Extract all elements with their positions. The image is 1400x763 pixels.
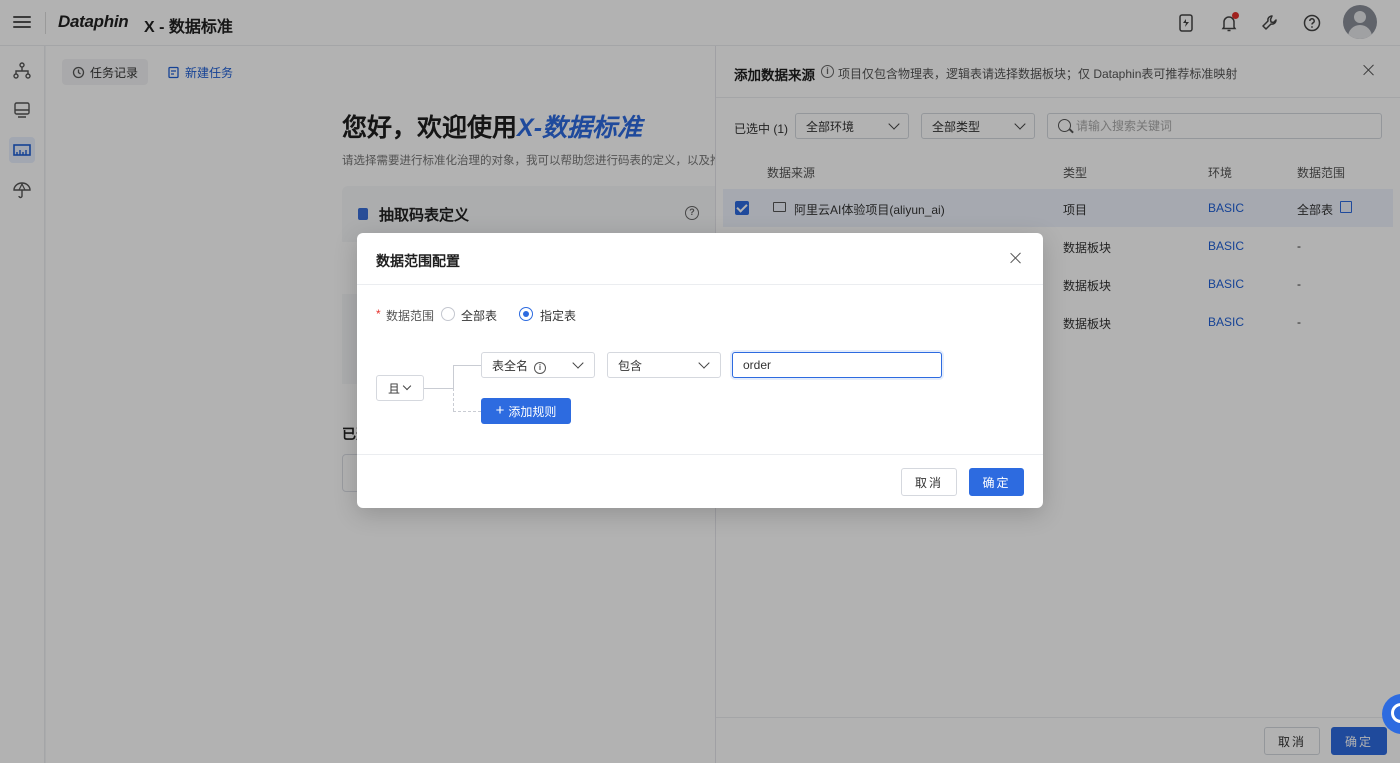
required-mark: *	[376, 307, 381, 321]
chevron-down-icon	[698, 357, 710, 369]
rule-field-text: 表全名	[492, 358, 529, 373]
radio-all-label[interactable]: 全部表	[461, 307, 497, 324]
rule-value-input[interactable]	[732, 352, 942, 378]
modal-title: 数据范围配置	[376, 253, 460, 269]
modal-footer: 取消 确定	[357, 454, 1043, 508]
rule-field-value: 表全名 i	[492, 357, 547, 374]
info-icon: i	[534, 361, 547, 374]
modal-cancel-button[interactable]: 取消	[901, 468, 957, 496]
rule-field-select[interactable]: 表全名 i	[481, 352, 595, 378]
rule-operator-value: 包含	[618, 358, 643, 373]
radio-specified-label[interactable]: 指定表	[540, 307, 576, 324]
plus-icon: +	[495, 402, 505, 419]
scope-field-label: 数据范围	[386, 309, 435, 323]
radio-all-tables[interactable]	[441, 307, 455, 321]
logic-value: 且	[388, 381, 401, 396]
close-icon[interactable]	[1008, 250, 1024, 266]
connector-dashed	[453, 411, 481, 412]
rule-operator-select[interactable]: 包含	[607, 352, 721, 378]
connector-line	[453, 365, 481, 366]
connector-line	[453, 365, 454, 388]
add-rule-button[interactable]: + 添加规则	[481, 398, 571, 424]
modal-confirm-button[interactable]: 确定	[969, 468, 1024, 496]
chevron-down-icon	[572, 357, 584, 369]
radio-specified-tables[interactable]	[519, 307, 533, 321]
modal-header: 数据范围配置	[357, 233, 1043, 285]
chevron-down-icon	[402, 381, 412, 391]
connector-dashed	[453, 388, 454, 411]
data-scope-modal: 数据范围配置 * 数据范围 全部表 指定表 且 表全名 i 包含 +添加规则 取消…	[357, 233, 1043, 508]
add-rule-label: 添加规则	[508, 404, 557, 419]
connector-line	[424, 388, 453, 389]
logic-and-select[interactable]: 且	[376, 375, 424, 401]
